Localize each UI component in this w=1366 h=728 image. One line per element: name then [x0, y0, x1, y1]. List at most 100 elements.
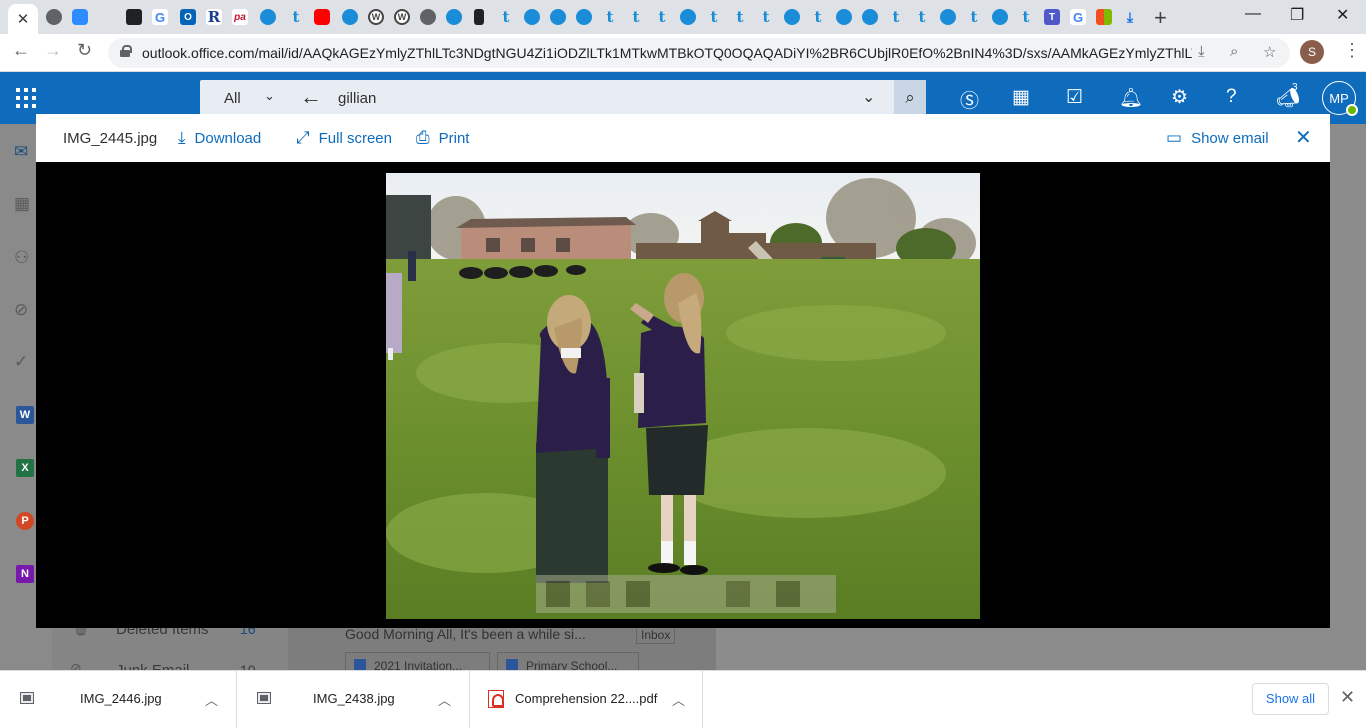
active-tab-close-button[interactable]: ✕ [8, 4, 38, 34]
bookmark-star-icon[interactable]: ☆ [1263, 43, 1276, 61]
show-email-button[interactable]: ▭ Show email [1166, 128, 1269, 148]
teams-favicon-icon[interactable]: T [1044, 9, 1060, 25]
search-back-icon[interactable]: ← [300, 84, 322, 110]
youtube-favicon-icon[interactable] [314, 9, 330, 25]
cloud-favicon-icon[interactable] [446, 9, 462, 25]
t-favicon-icon[interactable]: t [654, 8, 670, 26]
print-button[interactable]: ⎙ Print [416, 128, 469, 148]
download-item[interactable]: IMG_2446.jpg ︿ [0, 671, 237, 728]
search-scope[interactable]: All [224, 90, 241, 107]
t-favicon-icon[interactable]: t [810, 8, 826, 26]
reload-icon[interactable]: ↻ [77, 40, 92, 61]
pa-favicon-icon[interactable]: pa [232, 9, 248, 25]
search-options-chevron-icon[interactable]: ⌄ [862, 87, 875, 107]
cloud-favicon-icon[interactable] [992, 9, 1008, 25]
t-favicon-icon[interactable]: t [888, 8, 904, 26]
message-preview[interactable]: Good Morning All, It's been a while si..… [345, 626, 635, 642]
forward-arrow-icon[interactable]: → [44, 40, 62, 61]
download-favicon-icon[interactable]: ⤓ [1122, 9, 1138, 25]
tv-favicon-icon[interactable] [126, 9, 142, 25]
my-day-icon[interactable]: ☑ [1066, 86, 1083, 109]
cloud-favicon-icon[interactable] [862, 9, 878, 25]
install-icon[interactable]: ⤓ [1198, 43, 1205, 60]
excel-icon[interactable]: X [16, 459, 34, 477]
minimize-icon[interactable]: — [1245, 5, 1261, 23]
download-label: Download [194, 129, 262, 147]
bell-icon[interactable]: 🔔︎ [1119, 86, 1143, 110]
cloud-favicon-icon[interactable] [836, 9, 852, 25]
google-favicon-icon[interactable]: G [152, 9, 168, 25]
show-email-label: Show email [1191, 129, 1269, 147]
cloud-favicon-icon[interactable] [940, 9, 956, 25]
close-downloads-icon[interactable]: ✕ [1340, 687, 1355, 708]
t-favicon-icon[interactable]: t [602, 8, 618, 26]
profile-avatar[interactable]: S [1300, 40, 1324, 64]
cloud-favicon-icon[interactable] [576, 9, 592, 25]
restore-icon[interactable]: ❐ [1290, 5, 1304, 25]
show-email-icon: ▭ [1166, 128, 1183, 147]
t-favicon-icon[interactable]: t [628, 8, 644, 26]
t-favicon-icon[interactable]: t [288, 8, 304, 26]
chevron-up-icon[interactable]: ︿ [205, 690, 218, 709]
outlook-favicon-icon[interactable]: O [180, 9, 196, 25]
chevron-up-icon[interactable]: ︿ [672, 690, 685, 709]
presence-status-icon [1346, 104, 1358, 116]
window-close-icon[interactable]: ✕ [1336, 5, 1349, 25]
todo-check-icon[interactable]: ✓ [14, 352, 28, 372]
downloads-shelf: IMG_2446.jpg ︿ IMG_2438.jpg ︿ Comprehens… [0, 670, 1366, 728]
people-icon[interactable]: ⚇ [14, 248, 29, 268]
cloud-favicon-icon[interactable] [260, 9, 276, 25]
download-button[interactable]: ⤓ Download [178, 128, 261, 148]
fullscreen-button[interactable]: ⤢ Full screen [296, 128, 392, 148]
attachment-icon[interactable]: ⊘ [14, 300, 28, 320]
cloud-favicon-icon[interactable] [550, 9, 566, 25]
gear-icon[interactable]: ⚙ [1171, 86, 1188, 109]
t-favicon-icon[interactable]: t [1018, 8, 1034, 26]
address-bar[interactable]: outlook.office.com/mail/id/AAQkAGEzYmlyZ… [108, 38, 1290, 68]
google-favicon-icon[interactable]: G [1070, 9, 1086, 25]
zoom-favicon-icon[interactable] [72, 9, 88, 25]
globe-favicon-icon[interactable] [46, 9, 62, 25]
t-favicon-icon[interactable]: t [758, 8, 774, 26]
new-tab-button[interactable]: + [1154, 5, 1167, 31]
download-item[interactable]: IMG_2438.jpg ︿ [237, 671, 470, 728]
microsoft-favicon-icon[interactable] [1096, 9, 1112, 25]
t-favicon-icon[interactable]: t [706, 8, 722, 26]
calendar-icon[interactable]: ▦ [14, 194, 30, 214]
wordpress-favicon-icon[interactable]: W [394, 9, 410, 25]
t-favicon-icon[interactable]: t [498, 8, 514, 26]
mail-icon[interactable]: ✉ [14, 142, 28, 162]
r-favicon-icon[interactable]: R [206, 8, 222, 26]
t-favicon-icon[interactable]: t [732, 8, 748, 26]
search-box[interactable]: All ⌄ ← gillian ⌄ ⌕ [200, 80, 926, 116]
show-all-downloads-button[interactable]: Show all [1252, 683, 1329, 715]
search-input[interactable]: gillian [338, 90, 376, 107]
cloud-favicon-icon[interactable] [342, 9, 358, 25]
viewer-filename: IMG_2445.jpg [63, 130, 158, 147]
cloud-favicon-icon[interactable] [680, 9, 696, 25]
browser-menu-icon[interactable]: ⋮ [1343, 40, 1361, 61]
book-favicon-icon[interactable] [474, 9, 484, 25]
powerpoint-icon[interactable]: P [16, 512, 34, 530]
skype-icon[interactable]: Ⓢ [960, 86, 979, 113]
download-item[interactable]: Comprehension 22....pdf ︿ [470, 671, 703, 728]
onenote-icon[interactable]: N [16, 565, 34, 583]
teams-meeting-icon[interactable]: ▦ [1012, 86, 1030, 109]
back-arrow-icon[interactable]: ← [12, 40, 30, 61]
search-icon[interactable]: ⌕ [894, 80, 926, 116]
app-launcher-icon[interactable] [16, 88, 36, 108]
cloud-favicon-icon[interactable] [524, 9, 540, 25]
chevron-down-icon[interactable]: ⌄ [264, 88, 275, 104]
t-favicon-icon[interactable]: t [914, 8, 930, 26]
help-icon[interactable]: ? [1226, 86, 1237, 108]
url-text[interactable]: outlook.office.com/mail/id/AAQkAGEzYmlyZ… [142, 45, 1192, 61]
t-favicon-icon[interactable]: t [966, 8, 982, 26]
word-icon[interactable]: W [16, 406, 34, 424]
close-icon[interactable]: ✕ [1295, 125, 1312, 150]
wordpress-favicon-icon[interactable]: W [368, 9, 384, 25]
zoom-icon[interactable]: ⌕ [1230, 43, 1238, 60]
inbox-tag: Inbox [636, 626, 676, 644]
globe-favicon-icon[interactable] [420, 9, 436, 25]
cloud-favicon-icon[interactable] [784, 9, 800, 25]
chevron-up-icon[interactable]: ︿ [438, 690, 451, 709]
